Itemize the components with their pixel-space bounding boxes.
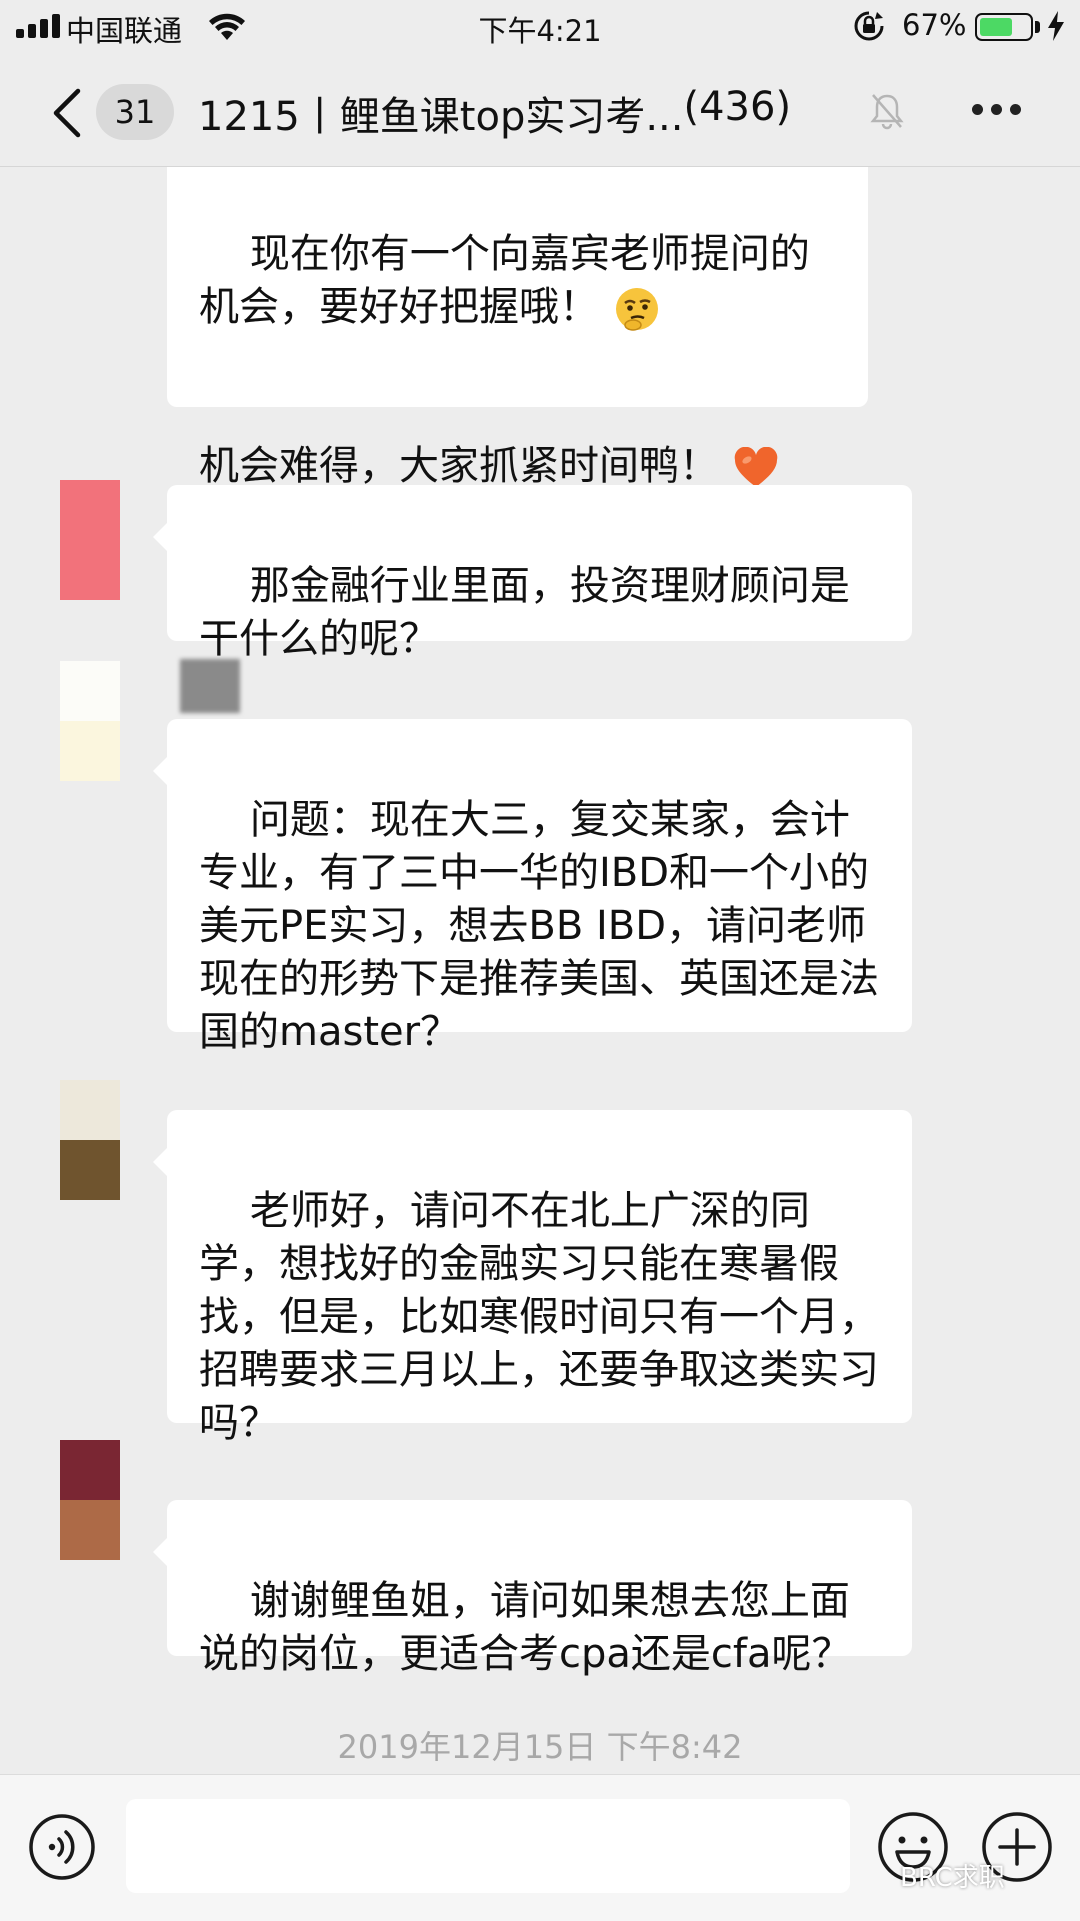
chat-title: 1215丨鲤鱼课top实习考...(436) (198, 84, 791, 142)
rotation-lock-icon (854, 11, 884, 41)
message-text: 老师好，请问不在北上广深的同学，想找好的金融实习只能在寒暑假找，但是，比如寒假时… (199, 1188, 879, 1446)
more-options-icon[interactable] (972, 104, 1022, 116)
back-chevron-icon[interactable] (50, 88, 84, 138)
battery-level-fill (980, 18, 1012, 36)
input-bar: BRC求职 (0, 1774, 1080, 1921)
avatar[interactable] (60, 661, 120, 781)
mute-bell-icon (870, 94, 904, 130)
message-text: 那金融行业里面，投资理财顾问是干什么的呢？ (199, 563, 850, 662)
message-text: 机会难得，大家抓紧时间鸭！ (199, 443, 719, 489)
timestamp: 2019年12月15日 下午8:42 (337, 1728, 743, 1766)
message-text: 谢谢鲤鱼姐，请问如果想去您上面说的岗位，更适合考cpa还是cfa呢？ (199, 1578, 852, 1677)
battery-cap (1035, 21, 1040, 33)
message-bubble[interactable]: 谢谢鲤鱼姐，请问如果想去您上面说的岗位，更适合考cpa还是cfa呢？ (153, 1500, 912, 1677)
message-list[interactable]: 现在你有一个向嘉宾老师提问的机会，要好好把握哦！ 机会难得，大家抓紧时间鸭！ 那… (0, 167, 1080, 1773)
message-input[interactable] (126, 1799, 850, 1893)
voice-input-icon[interactable] (28, 1813, 96, 1881)
thinking-face-icon (616, 288, 658, 331)
message-bubble[interactable]: 那金融行业里面，投资理财顾问是干什么的呢？ (153, 485, 912, 662)
avatar[interactable] (60, 480, 120, 600)
charging-bolt-icon (1048, 11, 1064, 41)
status-bar: 中国联通 下午4:21 67% (0, 0, 1080, 54)
battery-percent: 67% (902, 8, 967, 42)
unread-count-badge[interactable]: 31 (96, 84, 174, 140)
member-count: (436) (683, 84, 792, 130)
chat-header: 31 1215丨鲤鱼课top实习考...(436) (0, 54, 1080, 167)
avatar[interactable] (60, 1080, 120, 1200)
message-bubble[interactable]: 现在你有一个向嘉宾老师提问的机会，要好好把握哦！ 机会难得，大家抓紧时间鸭！ (167, 167, 868, 489)
avatar[interactable] (60, 1440, 120, 1560)
group-name: 1215丨鲤鱼课top实习考... (198, 94, 684, 140)
battery-icon (975, 13, 1033, 41)
message-text: 现在你有一个向嘉宾老师提问的机会，要好好把握哦！ (199, 231, 810, 330)
message-bubble[interactable]: 老师好，请问不在北上广深的同学，想找好的金融实习只能在寒暑假找，但是，比如寒假时… (153, 1110, 912, 1446)
orange-heart-icon (734, 447, 778, 487)
watermark: BRC求职 (900, 1863, 1005, 1893)
message-text: 问题：现在大三，复交某家，会计专业，有了三中一华的IBD和一个小的美元PE实习，… (199, 797, 879, 1055)
sender-nickname (180, 659, 240, 713)
message-bubble[interactable]: 问题：现在大三，复交某家，会计专业，有了三中一华的IBD和一个小的美元PE实习，… (153, 719, 912, 1055)
